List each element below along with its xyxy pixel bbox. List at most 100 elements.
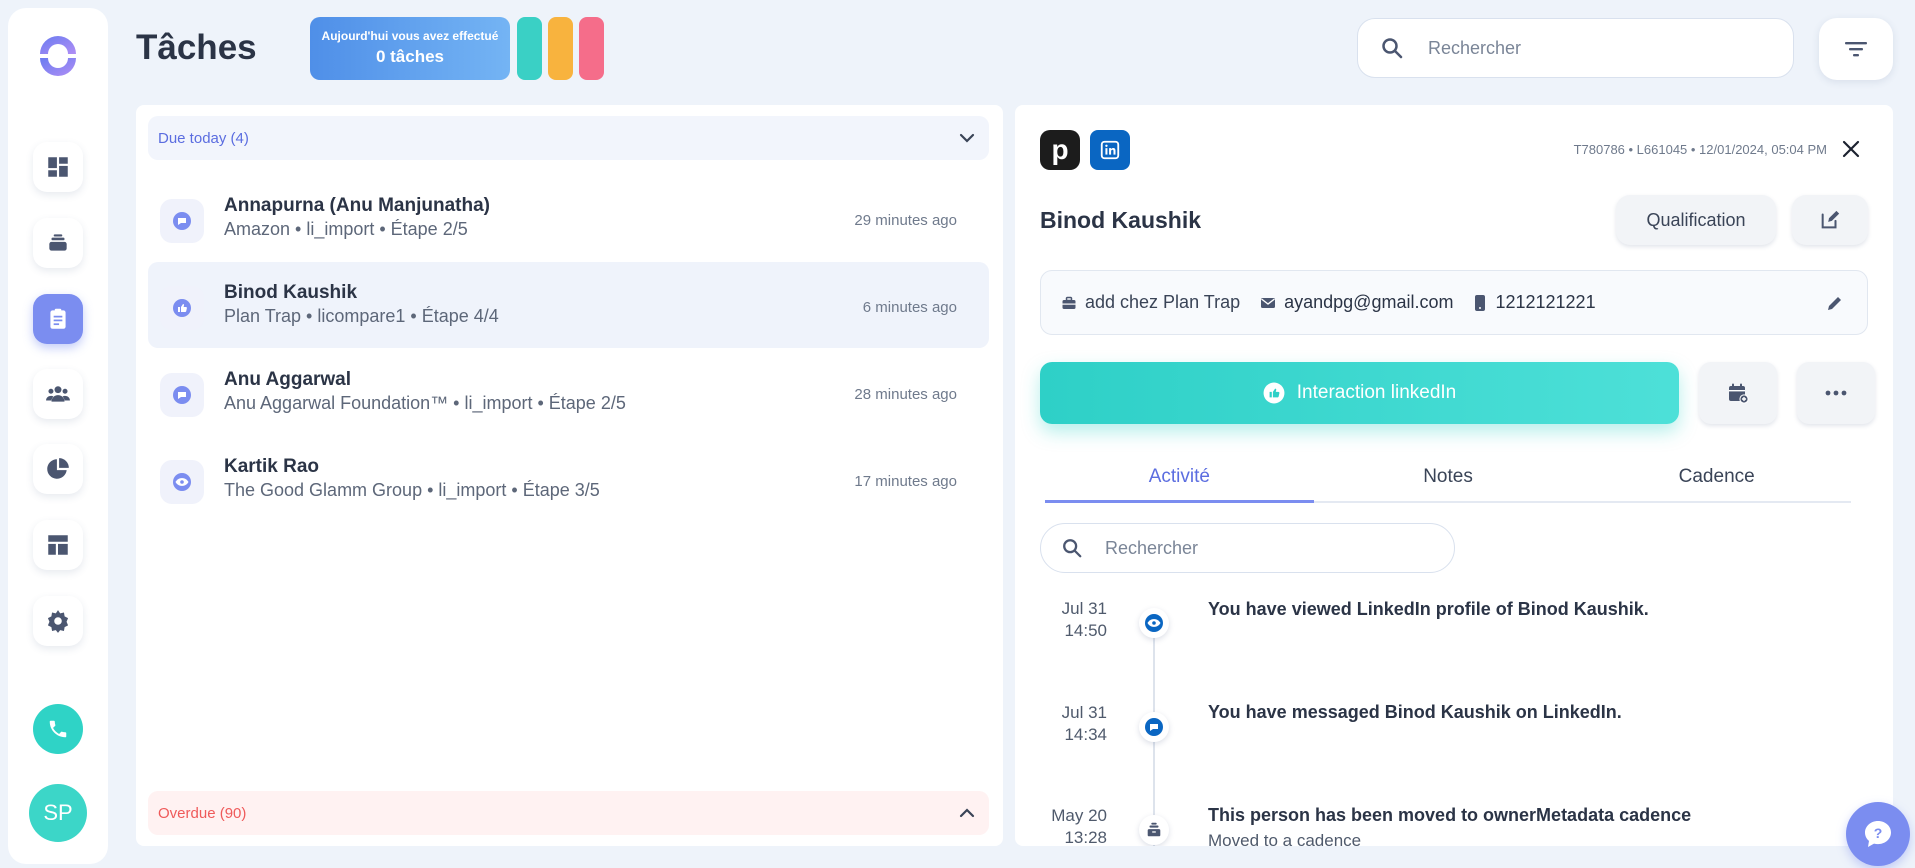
help-chat-button[interactable]: ? bbox=[1846, 802, 1910, 866]
stat-pill-teal[interactable] bbox=[517, 17, 542, 80]
task-detail-panel: p T780786 • L661045 • 12/01/2024, 05:04 … bbox=[1015, 105, 1893, 846]
contact-phone[interactable]: 1212121221 bbox=[1473, 292, 1596, 313]
due-today-section-header[interactable]: Due today (4) bbox=[148, 116, 989, 160]
filter-icon bbox=[1845, 42, 1867, 57]
task-subtitle: Amazon • li_import • Étape 2/5 bbox=[224, 219, 468, 239]
tab-cadence[interactable]: Cadence bbox=[1582, 458, 1851, 501]
linkedin-button[interactable] bbox=[1090, 130, 1130, 170]
activity-day: May 20 bbox=[1051, 806, 1107, 825]
reschedule-button[interactable] bbox=[1699, 362, 1777, 424]
activity-icon bbox=[1139, 712, 1169, 742]
phone-icon bbox=[49, 720, 67, 738]
task-type-icon bbox=[160, 373, 204, 417]
due-today-label: Due today (4) bbox=[158, 129, 249, 147]
contact-phone-text: 1212121221 bbox=[1495, 292, 1596, 312]
task-meta: T780786 • L661045 • 12/01/2024, 05:04 PM bbox=[1573, 142, 1827, 157]
layout-icon bbox=[48, 535, 68, 555]
thumbs-up-icon bbox=[1263, 382, 1285, 404]
mail-icon bbox=[1261, 297, 1276, 308]
linkedin-interaction-button[interactable]: Interaction linkedIn bbox=[1040, 362, 1679, 424]
search-input[interactable] bbox=[1428, 37, 1748, 59]
activity-day: Jul 31 bbox=[1061, 703, 1107, 722]
task-type-icon bbox=[160, 460, 204, 504]
people-icon bbox=[46, 386, 70, 402]
task-row[interactable]: Annapurna (Anu Manjunatha) Amazon • li_i… bbox=[148, 175, 989, 261]
briefcase-icon bbox=[1062, 296, 1076, 309]
close-button[interactable] bbox=[1839, 137, 1863, 161]
calendar-plus-icon bbox=[1729, 383, 1749, 404]
task-row[interactable]: Anu Aggarwal Anu Aggarwal Foundation™ • … bbox=[148, 349, 989, 435]
activity-date: Jul 31 14:34 bbox=[1045, 702, 1107, 746]
activity-icon bbox=[1139, 608, 1169, 638]
edit-icon bbox=[1821, 210, 1840, 229]
nav-sequences[interactable] bbox=[33, 218, 83, 268]
chevron-up-icon bbox=[959, 808, 975, 818]
stat-pill-pink[interactable] bbox=[579, 17, 604, 80]
nav-templates[interactable] bbox=[33, 520, 83, 570]
sidebar: SP bbox=[8, 8, 108, 864]
pipedrive-logo[interactable]: p bbox=[1040, 130, 1080, 170]
task-row[interactable]: Kartik Rao The Good Glamm Group • li_imp… bbox=[148, 436, 989, 522]
activity-time: 14:34 bbox=[1064, 725, 1107, 744]
global-search[interactable] bbox=[1357, 18, 1794, 78]
nav-tasks[interactable] bbox=[33, 294, 83, 344]
task-type-icon bbox=[160, 286, 204, 330]
activity-icon bbox=[1139, 815, 1169, 845]
activity-search-input[interactable] bbox=[1105, 537, 1405, 559]
clipboard-icon bbox=[50, 308, 66, 329]
nav-dashboard[interactable] bbox=[33, 142, 83, 192]
task-name: Annapurna (Anu Manjunatha) bbox=[224, 195, 490, 216]
svg-text:?: ? bbox=[1874, 825, 1883, 841]
filter-button[interactable] bbox=[1819, 18, 1893, 80]
nav-reports[interactable] bbox=[33, 444, 83, 494]
overdue-section-header[interactable]: Overdue (90) bbox=[148, 791, 989, 835]
app-logo[interactable] bbox=[34, 32, 82, 80]
search-icon bbox=[1382, 38, 1403, 59]
tab-notes[interactable]: Notes bbox=[1314, 458, 1583, 501]
contact-name: Binod Kaushik bbox=[1040, 207, 1202, 233]
stat-pill-orange[interactable] bbox=[548, 17, 573, 80]
message-icon bbox=[1145, 718, 1163, 736]
mobile-icon bbox=[1475, 294, 1486, 311]
nav-settings[interactable] bbox=[33, 596, 83, 646]
message-icon bbox=[173, 212, 191, 230]
activity-time: 14:50 bbox=[1064, 621, 1107, 640]
avatar[interactable]: SP bbox=[29, 784, 87, 842]
more-actions-button[interactable] bbox=[1797, 362, 1875, 424]
contact-email[interactable]: ayandpg@gmail.com bbox=[1260, 292, 1453, 313]
tab-activite[interactable]: Activité bbox=[1045, 458, 1314, 503]
activity-subtitle: Moved to a cadence bbox=[1208, 831, 1362, 846]
stats-label: Aujourd'hui vous avez effectué bbox=[321, 29, 499, 43]
activity-day: Jul 31 bbox=[1061, 599, 1107, 618]
page-title: Tâches bbox=[136, 28, 257, 67]
qualification-button[interactable]: Qualification bbox=[1616, 195, 1776, 245]
help-chat-icon: ? bbox=[1865, 821, 1891, 847]
pie-chart-icon bbox=[47, 458, 69, 479]
dashboard-icon bbox=[48, 157, 68, 177]
task-row[interactable]: Binod Kaushik Plan Trap • licompare1 • É… bbox=[148, 262, 989, 348]
activity-title: You have messaged Binod Kaushik on Linke… bbox=[1208, 702, 1622, 722]
task-name: Binod Kaushik bbox=[224, 282, 358, 303]
activity-search[interactable] bbox=[1040, 523, 1455, 573]
activity-date: May 20 13:28 bbox=[1045, 805, 1107, 846]
edit-info-button[interactable] bbox=[1825, 293, 1845, 318]
gear-icon bbox=[47, 610, 69, 633]
task-subtitle: Anu Aggarwal Foundation™ • li_import • É… bbox=[224, 393, 626, 413]
nav-contacts[interactable] bbox=[33, 369, 83, 419]
activity-date: Jul 31 14:50 bbox=[1045, 598, 1107, 642]
detail-tabs: Activité Notes Cadence bbox=[1045, 458, 1851, 503]
task-list-panel: Due today (4) Annapurna (Anu Manjunatha)… bbox=[136, 105, 1003, 846]
edit-contact-button[interactable] bbox=[1792, 195, 1868, 245]
activity-time: 13:28 bbox=[1064, 828, 1107, 846]
task-name: Kartik Rao bbox=[224, 456, 320, 477]
cta-label: Interaction linkedIn bbox=[1296, 382, 1457, 403]
task-subtitle: Plan Trap • licompare1 • Étape 4/4 bbox=[224, 306, 499, 326]
phone-button[interactable] bbox=[33, 704, 83, 754]
thumbs-up-icon bbox=[173, 299, 191, 317]
eye-icon bbox=[1145, 614, 1163, 632]
task-time: 17 minutes ago bbox=[854, 473, 957, 490]
task-time: 28 minutes ago bbox=[854, 386, 957, 403]
contact-job-text: add chez Plan Trap bbox=[1085, 292, 1241, 312]
task-name: Anu Aggarwal bbox=[224, 369, 352, 390]
inbox-icon bbox=[1147, 822, 1161, 837]
